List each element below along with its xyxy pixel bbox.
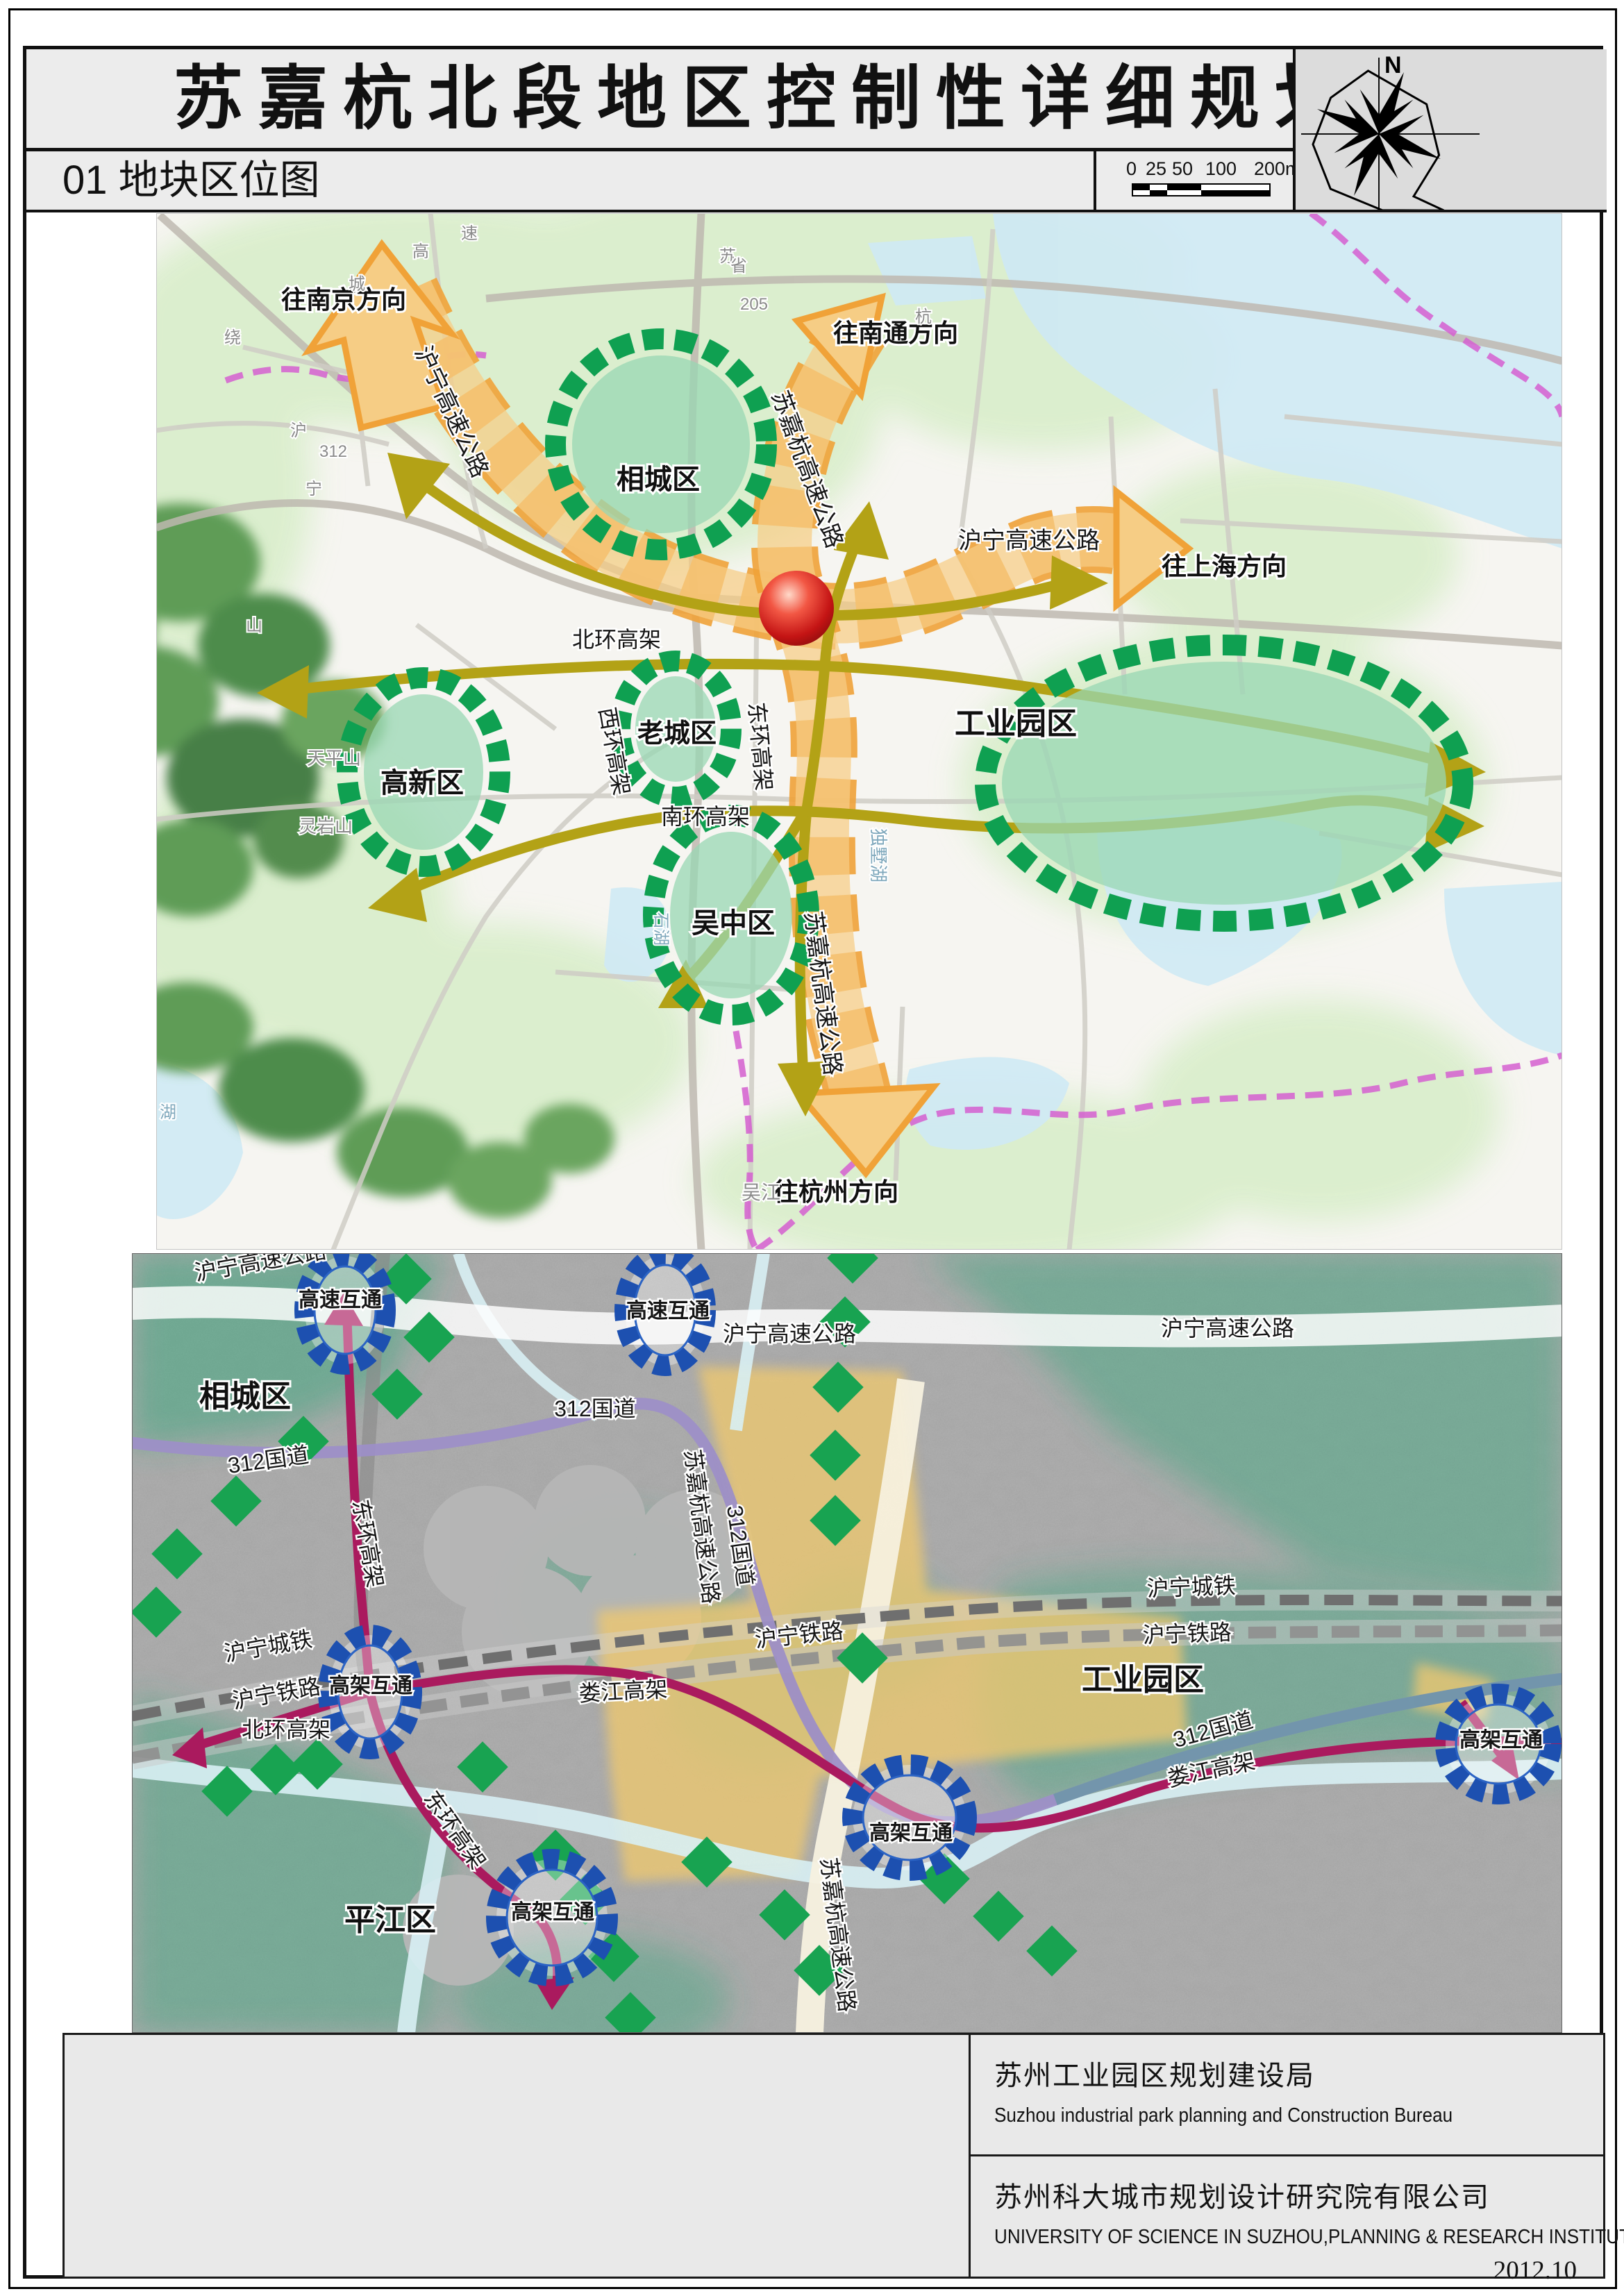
scale-bar: 0 25 50 100 200m <box>1103 156 1290 208</box>
footer-client-box: 苏州工业园区规划建设局 Suzhou industrial park plann… <box>969 2033 1605 2156</box>
scale-tick-0: 0 <box>1126 158 1137 180</box>
north-label: N <box>1384 52 1402 78</box>
client-name-en: Suzhou industrial park planning and Cons… <box>994 2104 1453 2127</box>
client-name-cn: 苏州工业园区规划建设局 <box>994 2053 1582 2093</box>
scale-tick-100: 100 <box>1205 158 1237 180</box>
scale-tick-50: 50 <box>1172 158 1193 180</box>
designer-name-cn: 苏州科大城市规划设计研究院有限公司 <box>994 2175 1582 2215</box>
compass-box: N <box>1293 49 1607 212</box>
scale-bar-graphic <box>1132 183 1271 196</box>
footer-designer-box: 苏州科大城市规划设计研究院有限公司 UNIVERSITY OF SCIENCE … <box>969 2154 1605 2279</box>
subtitle-divider <box>1094 151 1096 212</box>
page-frame <box>23 46 1603 2279</box>
designer-name-en: UNIVERSITY OF SCIENCE IN SUZHOU,PLANNING… <box>994 2226 1624 2249</box>
date-stamp: 2012.10 <box>994 2256 1582 2286</box>
page-title: 苏嘉杭北段地区控制性详细规划 <box>26 49 1293 148</box>
scale-tick-25: 25 <box>1146 158 1166 180</box>
title-band: 苏嘉杭北段地区控制性详细规划 <box>26 49 1293 151</box>
compass-rose: N <box>1296 49 1609 210</box>
